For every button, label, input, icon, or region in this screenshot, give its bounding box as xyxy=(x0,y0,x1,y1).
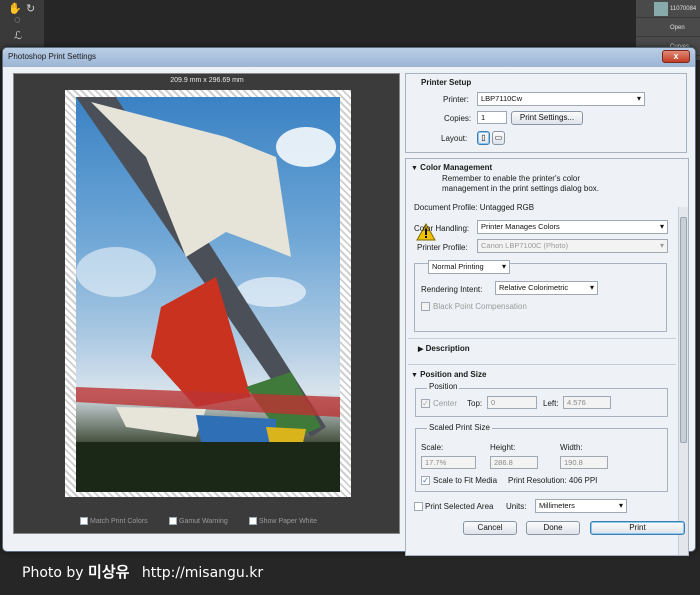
tool-strip: ✋ ↻ ◌ ℒ xyxy=(0,0,44,50)
print-settings-dialog: Photoshop Print Settings x 209.9 mm x 29… xyxy=(2,47,696,556)
color-handling-label: Color Handling: xyxy=(414,224,470,233)
scale-to-fit-label: Scale to Fit Media xyxy=(433,476,498,485)
color-management-heading[interactable]: ▼ Color Management xyxy=(411,163,492,172)
rotate-view-icon[interactable]: ↻ xyxy=(26,2,35,15)
printer-select[interactable]: LBP7110Cw xyxy=(477,92,645,106)
show-paper-white-option[interactable]: Show Paper White xyxy=(249,517,317,525)
units-label: Units: xyxy=(506,502,527,511)
lasso-tool-icon[interactable]: ℒ xyxy=(14,29,22,42)
print-preview: 209.9 mm x 296.69 mm xyxy=(13,73,400,534)
scale-input: 17.7% xyxy=(421,456,476,469)
scaled-print-size-legend: Scaled Print Size xyxy=(427,423,492,432)
settings-scroll-panel xyxy=(405,158,689,556)
match-print-colors-label: Match Print Colors xyxy=(90,517,148,525)
gamut-warning-checkbox[interactable] xyxy=(169,517,177,525)
watermark-prefix: Photo by xyxy=(22,565,84,581)
print-selected-area-checkbox[interactable] xyxy=(414,502,423,511)
rendering-intent-label: Rendering Intent: xyxy=(421,285,483,294)
marquee-tool-icon[interactable]: ◌ xyxy=(14,14,21,26)
match-print-colors-option[interactable]: Match Print Colors xyxy=(80,517,148,525)
description-heading[interactable]: ▶ Description xyxy=(418,344,470,353)
printer-profile-select: Canon LBP7100C (Photo) xyxy=(477,239,668,253)
height-input: 286.8 xyxy=(490,456,538,469)
position-legend: Position xyxy=(427,382,460,391)
document-profile: Document Profile: Untagged RGB xyxy=(414,203,535,212)
color-management-notice: Remember to enable the printer's color m… xyxy=(442,174,599,193)
show-paper-white-label: Show Paper White xyxy=(259,517,317,525)
copies-input[interactable]: 1 xyxy=(477,111,507,124)
width-label: Width: xyxy=(560,443,583,452)
color-handling-select[interactable]: Printer Manages Colors xyxy=(477,220,668,234)
settings-scrollbar[interactable] xyxy=(678,207,688,555)
layout-label: Layout: xyxy=(441,134,468,143)
portrait-layout-icon[interactable]: ▯ xyxy=(477,131,490,145)
paper-preview xyxy=(65,90,351,497)
layer-name: Open xyxy=(670,25,685,31)
print-selected-area-label: Print Selected Area xyxy=(425,502,494,511)
top-label: Top: xyxy=(467,399,483,408)
match-print-colors-checkbox[interactable] xyxy=(80,517,88,525)
white-flag xyxy=(91,102,291,257)
scale-to-fit-checkbox[interactable]: ✓ xyxy=(421,476,430,485)
rendering-intent-select[interactable]: Relative Colorimetric xyxy=(495,281,598,295)
collapse-triangle-icon[interactable]: ▼ xyxy=(411,165,418,172)
print-button[interactable]: Print xyxy=(590,521,685,535)
printer-setup-heading: Printer Setup xyxy=(421,78,472,87)
printer-label: Printer: xyxy=(443,95,469,104)
trees xyxy=(76,442,340,492)
done-button[interactable]: Done xyxy=(526,521,580,535)
layer-row[interactable]: 11070084 xyxy=(636,0,700,18)
watermark-url: http://misangu.kr xyxy=(141,565,264,581)
divider xyxy=(408,338,676,339)
layer-thumbnail xyxy=(654,2,668,16)
photo-credit-watermark: Photo by 미상유 http://misangu.kr xyxy=(22,561,263,582)
prayer-flags-illustration xyxy=(76,97,340,492)
show-paper-white-checkbox[interactable] xyxy=(249,517,257,525)
print-resolution: Print Resolution: 406 PPI xyxy=(508,476,598,485)
top-input: 0 xyxy=(487,396,537,409)
scale-label: Scale: xyxy=(421,443,444,452)
center-checkbox: ✓ xyxy=(421,399,430,408)
layer-name: 11070084 xyxy=(670,6,697,12)
position-size-heading[interactable]: ▼ Position and Size xyxy=(411,370,486,379)
landscape-layout-icon[interactable]: ▭ xyxy=(492,131,505,145)
dialog-title: Photoshop Print Settings xyxy=(8,52,97,61)
printer-profile-label: Printer Profile: xyxy=(417,243,468,252)
gamut-warning-label: Gamut Warning xyxy=(179,517,228,525)
left-label: Left: xyxy=(543,399,559,408)
print-mode-select[interactable]: Normal Printing xyxy=(428,260,510,274)
gamut-warning-option[interactable]: Gamut Warning xyxy=(169,517,228,525)
watermark-name: 미상유 xyxy=(88,563,130,581)
color-management-heading-text: Color Management xyxy=(420,163,493,172)
black-point-checkbox xyxy=(421,302,430,311)
expand-triangle-icon[interactable]: ▶ xyxy=(418,346,423,353)
collapse-triangle-icon[interactable]: ▼ xyxy=(411,372,418,379)
black-point-label: Black Point Compensation xyxy=(433,302,527,311)
scrollbar-thumb[interactable] xyxy=(680,217,687,443)
paper-dimensions: 209.9 mm x 296.69 mm xyxy=(170,77,244,84)
left-input: 4.576 xyxy=(563,396,611,409)
copies-label: Copies: xyxy=(444,114,472,123)
print-settings-button[interactable]: Print Settings... xyxy=(511,111,583,125)
cancel-button[interactable]: Cancel xyxy=(463,521,517,535)
photo-preview[interactable] xyxy=(76,97,340,492)
layer-row[interactable]: Open xyxy=(636,19,700,37)
close-button[interactable]: x xyxy=(662,50,690,63)
divider xyxy=(408,364,676,365)
dialog-titlebar[interactable]: Photoshop Print Settings x xyxy=(3,48,695,67)
center-label: Center xyxy=(433,399,458,408)
description-heading-text: Description xyxy=(425,344,470,353)
flag-string-white xyxy=(116,407,206,437)
units-select[interactable]: Millimeters xyxy=(535,499,627,513)
position-size-heading-text: Position and Size xyxy=(420,370,487,379)
height-label: Height: xyxy=(490,443,516,452)
width-input: 190.8 xyxy=(560,456,608,469)
